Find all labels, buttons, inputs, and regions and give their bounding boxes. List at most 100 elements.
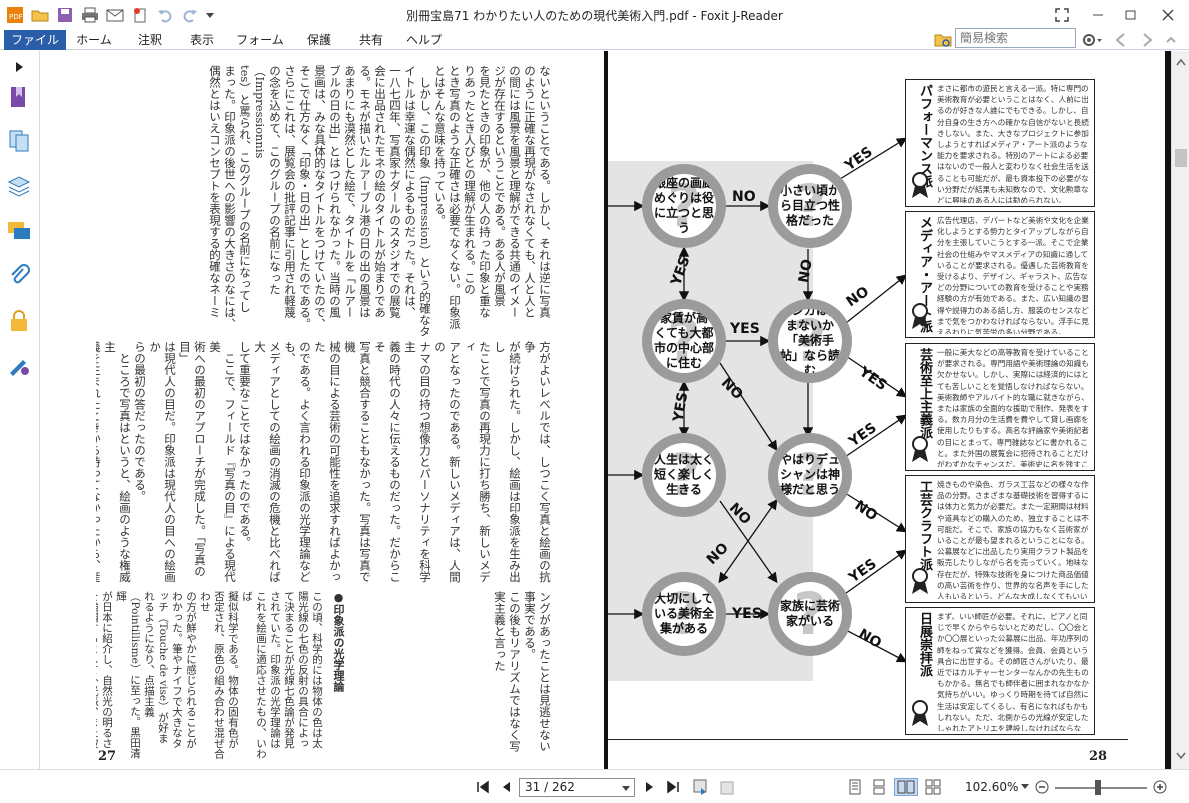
text-column: が続けられた。しかし、絵画は印象派を生み出し [493,341,522,583]
tab-home[interactable]: ホーム [70,30,118,50]
tab-form[interactable]: フォーム [232,30,288,50]
search-input[interactable] [955,28,1076,48]
last-page-icon[interactable] [664,778,682,796]
next-page-icon[interactable] [642,778,658,796]
text-column: を見たときの印象が、他の人の持った印象と重な [478,65,492,318]
zoom-in-icon[interactable] [1152,778,1168,796]
text-column: ジが存在するということである。ある人が風景 [493,65,507,307]
text-column: らの最初の答だったのである。 [133,341,147,502]
text-column: イトルは幸運な偶然によるものだった。それは、 [403,65,417,318]
text-column: とはそんな意味を持っている。 [433,65,447,226]
expand-panel-icon[interactable] [5,53,33,81]
ribbon-collapse-icon[interactable] [1164,32,1178,51]
layers-icon[interactable] [5,172,33,200]
result-art-supremacy: 芸術至上主義派 一般に美大などの高等教育を受けていることが要求される。専門用語や… [905,343,1095,471]
text-column: そこで仕方なく「印象・日の出」としたのである。 [298,65,312,330]
tab-file[interactable]: ファイル [4,30,66,50]
body-text-upper: ないということである。しかし、それは逆に写真 のように正確な再現がなされなくても、… [96,65,552,340]
body-text-lower: ングがあったことは見逃せない事実である。 この後もリアリズムではなく写実主義と言っ… [348,591,552,761]
vertical-scrollbar[interactable] [1171,51,1189,769]
text-column: とき写真のような正確さは必要でなくない。印象派 [448,65,462,330]
window-title: 別冊宝島71 わかりたい人のための現代美術入門.pdf - Foxit J-Re… [406,9,783,23]
continuous-page-icon[interactable] [870,778,888,796]
text-column: ところで写真はというと、絵画のような権威主 [103,341,132,583]
text-column: ここで、フィールド『写真の目』による現代美 [208,341,237,583]
sidebar-note: ●印象派の光学理論 この頃、科学的には物体の色は太 陽光線の七色の反射の具合によっ… [96,591,346,761]
single-page-icon[interactable] [846,778,864,796]
text-column: 一八七四年、写真家ナダールのスタジオでの展覧 [388,65,402,318]
footer-rule [608,739,1128,740]
text-column: ブルの日の出」とはつけられなかった。当時の風 [328,65,342,318]
minimize-icon[interactable] [1080,0,1116,30]
nav-back-icon[interactable] [1114,32,1128,51]
tab-annotate[interactable]: 注釈 [128,30,172,50]
text-column: たことで写真の再現力に打ち勝ち、新しいメディ [463,341,492,583]
pages-icon[interactable] [5,127,33,155]
prev-page-icon[interactable] [498,778,514,796]
continuous-facing-icon[interactable] [924,778,942,796]
medal-icon [912,700,928,726]
question-node: ? 銀座の画廊めぐりは役に立つと思う [642,164,726,248]
tab-view[interactable]: 表示 [180,30,224,50]
security-icon[interactable] [5,307,33,335]
question-node: ? 人生は太く短く楽しく生きる [642,433,726,517]
body-text-middle: 方がよいレベルでは、しつこく写真と絵画の抗争 が続けられた。しかし、絵画は印象派を… [96,341,552,591]
chevron-down-icon[interactable] [622,786,630,792]
medal-icon [912,303,928,329]
bookmark-icon[interactable] [5,83,33,111]
tab-help[interactable]: ヘルプ [400,30,448,50]
text-column: さらにこれは、展覧会の批評記事に引用され軽蔑 [283,65,297,318]
next-view-icon[interactable] [716,778,736,796]
facing-page-icon[interactable] [894,778,918,796]
scroll-thumb[interactable] [1175,149,1187,167]
question-node: ? 家賃が高くても大都市の中心部に住む [642,299,726,383]
previous-view-icon[interactable] [692,778,712,796]
text-column: の念を込めて、このグループの名前になった（Impressionnis [253,65,282,295]
close-icon[interactable] [1150,0,1186,30]
zoom-level[interactable]: 102.60% [965,780,1018,794]
document-view[interactable]: ないということである。しかし、それは逆に写真 のように正確な再現がなされなくても、… [40,51,1171,769]
page-number-input[interactable]: 31 / 262 [519,778,635,797]
note-column: 擬似科学である。物体の固有色が [227,591,239,749]
comments-icon[interactable] [5,217,33,245]
note-body: この頃、科学的には物体の色は太 陽光線の七色の反射の具合によっ て決まることが光線七… [96,591,324,761]
medal-icon [912,436,928,462]
find-folder-icon[interactable] [934,32,952,51]
result-nitten: 日展崇拝派 まず、いい師匠が必要。それに、ピアノと同じで早くからやらないとだめだ… [905,607,1095,735]
scroll-down-icon[interactable] [1176,749,1186,763]
question-node: ? マンガは読まないか「美術手帖」なら読む [768,299,852,383]
settings-icon[interactable] [1082,32,1102,51]
question-node: ? 小さい頃から目立つ性格だった [768,164,852,248]
zoom-slider[interactable] [1055,787,1147,789]
tab-protect[interactable]: 保護 [298,30,340,50]
question-node: ? 大切にしている美術全集がある [642,572,726,656]
title-bar: PDF 別冊宝島71 わかりたい人のための現代美術入門.pdf - Foxit … [0,0,1189,30]
text-column: は現代人の目だ。印象派は現代人の目への絵画か [148,341,177,583]
first-page-icon[interactable] [474,778,492,796]
note-column: これを絵画に適応させたもの、いわば [241,591,267,759]
text-column: ナマの目の持つ想像力とパーソナリティを科学主 [403,341,432,583]
tab-share[interactable]: 共有 [350,30,392,50]
scroll-up-icon[interactable] [1176,55,1186,69]
text-column: あまりにも漠然とした絵で、タイトルを「ルアー [343,65,357,318]
nav-forward-icon[interactable] [1140,32,1154,51]
attachment-icon[interactable] [5,261,33,289]
maximize-icon[interactable] [1113,0,1149,30]
zoom-slider-thumb[interactable] [1095,780,1101,795]
result-media-art: メディア・アート派 広告代理店、デパートなど美術や文化を企業化しようとする勢力と… [905,211,1095,338]
question-node: ? やはりデュシャンは神様だと思う [768,433,852,517]
text-column: しかし、この印象（Impression）という的確なタ [418,65,432,337]
zoom-dropdown-icon[interactable] [1018,778,1032,796]
fullscreen-icon[interactable] [1044,0,1080,30]
zoom-out-icon[interactable] [1034,778,1050,796]
text-column: tes）と罵られ、このグループの名前になってし [238,65,252,313]
page-number: 28 [1089,749,1108,764]
signature-icon[interactable] [5,351,33,379]
navigation-panel [0,51,40,769]
text-column: この後もリアリズムではなく写実主義と言った [493,591,522,752]
text-column: ングがあったことは見逃せない事実である。 [523,591,552,752]
medal-icon [912,172,928,198]
note-column: て決まることが光線七色論が発見 [283,591,295,749]
text-column: アとなったのである。新しいメディアは、人間の [433,341,462,583]
text-column: 術への最初のアプローチが完成した。「写真の目」 [178,341,207,577]
